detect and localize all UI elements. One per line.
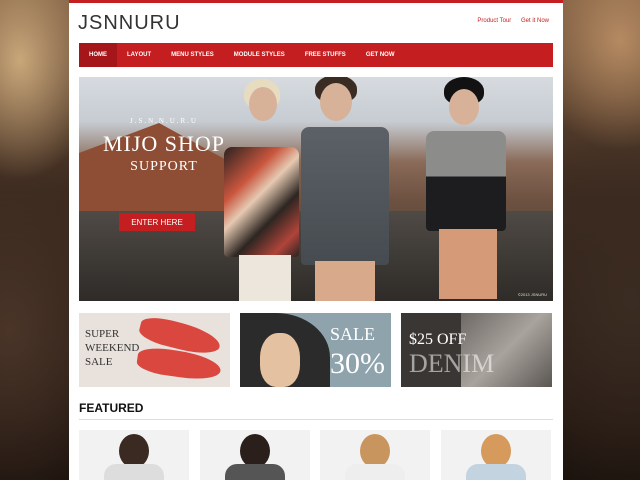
promo-sale-30[interactable]: SALE 30%	[240, 313, 391, 387]
model-grey-shirt	[301, 127, 389, 265]
photo-credit: ©2013 JSNURU	[517, 292, 547, 297]
product-image-body	[104, 464, 164, 480]
hero-kicker: J.S.N.N.U.R.U	[129, 117, 198, 125]
promo-sale-text: SALE 30%	[330, 319, 385, 379]
site-logo[interactable]: JSNNURU	[78, 12, 181, 35]
model-sweater	[426, 131, 506, 231]
promo-line: SALE	[85, 356, 113, 368]
model-floral-top	[224, 147, 299, 257]
promo-denim-word: DENIM	[409, 349, 495, 378]
promo-denim-text: $25 OFF DENIM	[409, 331, 494, 379]
top-links: Product Tour Get it Now	[469, 18, 549, 24]
hero-subtitle: SUPPORT	[130, 159, 198, 174]
promo-weekend-sale[interactable]: SUPER WEEKEND SALE	[79, 313, 230, 387]
product-card[interactable]	[200, 430, 310, 480]
get-it-now-link[interactable]: Get it Now	[521, 18, 549, 24]
product-image-body	[345, 464, 405, 480]
enter-here-button[interactable]: ENTER HERE	[119, 213, 195, 231]
product-card[interactable]	[441, 430, 551, 480]
product-image-head	[240, 434, 270, 468]
hero-banner[interactable]: J.S.N.N.U.R.U MIJO SHOP SUPPORT ENTER HE…	[79, 77, 553, 301]
product-image-head	[481, 434, 511, 468]
model-head	[449, 89, 479, 125]
product-card[interactable]	[79, 430, 189, 480]
promo-row: SUPER WEEKEND SALE SALE 30% $25 OFF DENI…	[79, 313, 553, 387]
model-pants	[439, 229, 497, 299]
hero-title: MIJO SHOP	[102, 131, 226, 156]
featured-divider	[79, 419, 553, 420]
product-image-body	[225, 464, 285, 480]
nav-item-free-stuffs[interactable]: FREE STUFFS	[295, 43, 356, 67]
promo-weekend-sale-text: SUPER WEEKEND SALE	[85, 327, 139, 369]
nav-item-menu-styles[interactable]: MENU STYLES	[161, 43, 224, 67]
model-shorts	[239, 255, 291, 301]
promo-percent: 30%	[330, 347, 385, 380]
product-image-body	[466, 464, 526, 480]
featured-products	[79, 430, 553, 480]
model-face-image	[260, 333, 300, 387]
product-tour-link[interactable]: Product Tour	[477, 18, 511, 24]
promo-denim[interactable]: $25 OFF DENIM	[401, 313, 552, 387]
nav-item-layout[interactable]: LAYOUT	[117, 43, 161, 67]
nav-item-module-styles[interactable]: MODULE STYLES	[224, 43, 295, 67]
promo-line: SUPER	[85, 328, 120, 340]
featured-heading: FEATURED	[79, 401, 144, 415]
page-container: JSNNURU Product Tour Get it Now HOME LAY…	[69, 0, 563, 480]
promo-line: WEEKEND	[85, 342, 140, 354]
model-head	[249, 87, 277, 121]
product-card[interactable]	[320, 430, 430, 480]
nav-item-get-now[interactable]: GET NOW	[356, 43, 405, 67]
header: JSNNURU Product Tour Get it Now	[69, 3, 563, 43]
promo-line: $25 OFF	[409, 331, 467, 348]
product-image-head	[119, 434, 149, 468]
nav-item-home[interactable]: HOME	[79, 43, 117, 67]
promo-line: SALE	[330, 324, 375, 344]
main-nav: HOME LAYOUT MENU STYLES MODULE STYLES FR…	[79, 43, 553, 67]
model-head	[320, 83, 352, 121]
product-image-head	[360, 434, 390, 468]
model-pants	[315, 261, 375, 301]
hero-text: J.S.N.N.U.R.U MIJO SHOP SUPPORT	[94, 117, 234, 175]
